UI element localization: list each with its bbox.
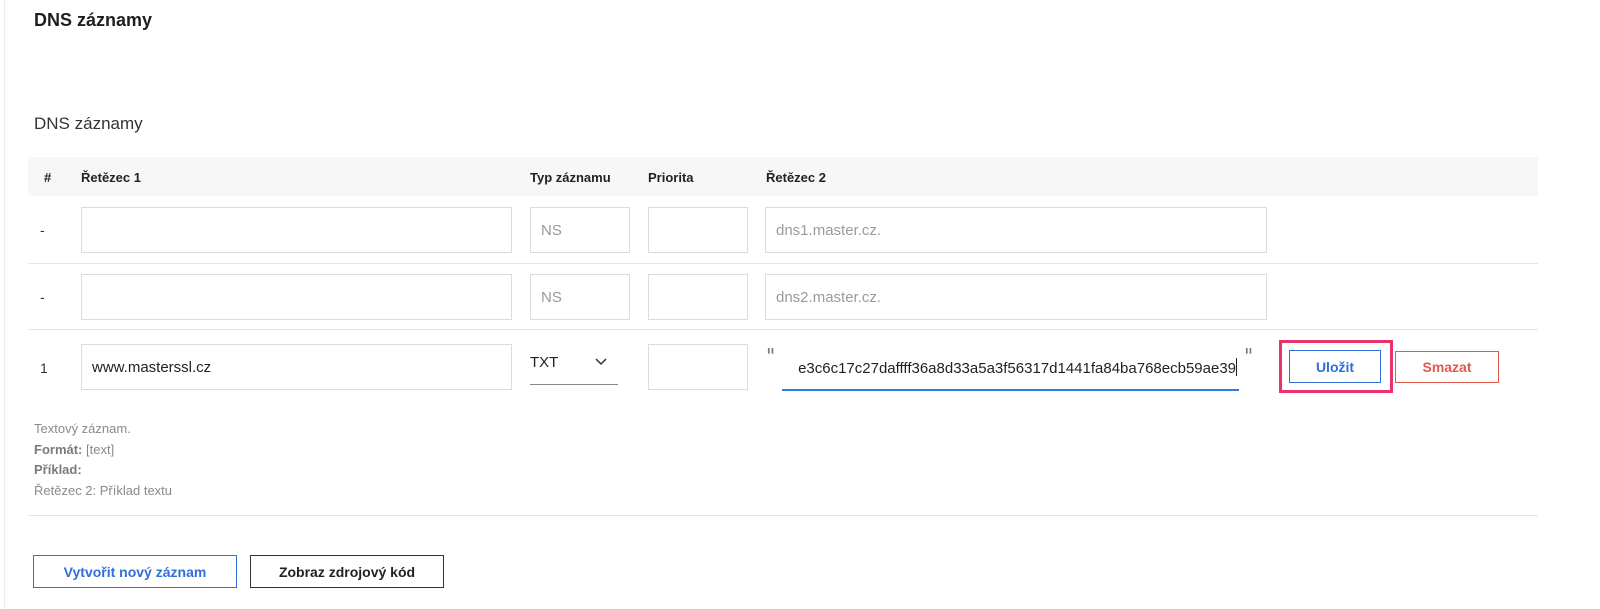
page-title: DNS záznamy: [34, 10, 153, 30]
column-header-number: #: [44, 170, 52, 185]
row-divider: [28, 263, 1538, 264]
string2-input[interactable]: e3c6c17c27daffff36a8d33a5a3f56317d1441fa…: [782, 344, 1239, 391]
string1-input[interactable]: [81, 207, 512, 253]
string1-input[interactable]: [81, 344, 512, 390]
help-format: Formát: [text]: [34, 442, 114, 457]
column-header-string2: Řetězec 2: [766, 170, 826, 185]
record-type-field: [530, 274, 630, 320]
help-format-label: Formát:: [34, 442, 83, 457]
show-source-button[interactable]: Zobraz zdrojový kód: [250, 555, 444, 588]
row-number: -: [40, 222, 45, 238]
chevron-down-icon: [595, 358, 607, 366]
priority-input[interactable]: [648, 274, 748, 320]
record-type-field: [530, 207, 630, 253]
column-header-priority: Priorita: [648, 170, 694, 185]
string2-value: e3c6c17c27daffff36a8d33a5a3f56317d1441fa…: [798, 360, 1236, 377]
help-format-value: [text]: [86, 442, 115, 457]
quote-close: ": [1244, 344, 1254, 368]
string2-field: [765, 207, 1267, 253]
delete-button[interactable]: Smazat: [1395, 351, 1499, 383]
string2-field: [765, 274, 1267, 320]
record-type-value: TXT: [530, 354, 559, 371]
priority-input[interactable]: [648, 207, 748, 253]
help-example-label: Příklad:: [34, 462, 82, 477]
row-number: -: [40, 289, 45, 305]
section-divider: [28, 515, 1538, 516]
column-header-string1: Řetězec 1: [81, 170, 141, 185]
priority-input[interactable]: [648, 344, 748, 390]
record-type-select[interactable]: TXT: [530, 345, 618, 385]
string1-input[interactable]: [81, 274, 512, 320]
help-description: Textový záznam.: [34, 421, 131, 436]
help-example-value: Řetězec 2: Příklad textu: [34, 483, 173, 498]
create-record-button[interactable]: Vytvořit nový záznam: [33, 555, 237, 588]
text-caret: [1236, 358, 1237, 376]
row-number: 1: [40, 360, 48, 376]
quote-open: ": [766, 344, 776, 368]
row-divider: [28, 329, 1538, 330]
save-button[interactable]: Uložit: [1289, 350, 1381, 383]
page-left-border: [4, 0, 5, 609]
column-header-record-type: Typ záznamu: [530, 170, 611, 185]
table-header: # Řetězec 1 Typ záznamu Priorita Řetězec…: [28, 157, 1538, 196]
section-title: DNS záznamy: [34, 114, 143, 133]
